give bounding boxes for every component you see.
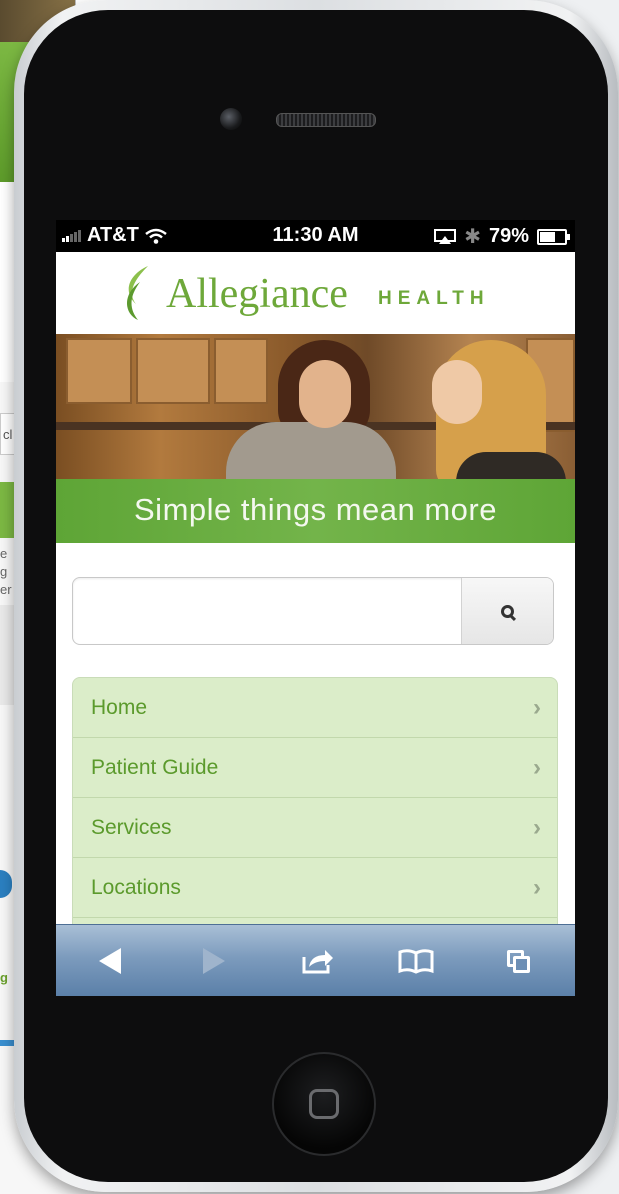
background-logo [0, 870, 12, 898]
nav-item-label: Patient Guide [91, 756, 219, 779]
share-icon [302, 950, 333, 974]
bookmarks-button[interactable] [394, 939, 438, 983]
back-arrow-icon [99, 948, 121, 974]
nav-item-locations[interactable]: Locations › [73, 858, 557, 918]
chevron-right-icon: › [533, 754, 541, 781]
airplay-icon [434, 228, 457, 244]
nav-item-label: Services [91, 816, 172, 839]
bluetooth-icon: ✱ [464, 226, 481, 248]
chevron-right-icon: › [533, 874, 541, 901]
nav-item-patient-guide[interactable]: Patient Guide › [73, 738, 557, 798]
home-button[interactable] [272, 1052, 376, 1156]
battery-percent: 79% [488, 225, 529, 247]
cabinet-shape [136, 338, 210, 404]
woman-left-face [299, 360, 351, 428]
forward-arrow-icon [203, 948, 225, 974]
woman-right-body [456, 452, 566, 479]
search-button[interactable] [461, 578, 553, 644]
chevron-right-icon: › [533, 814, 541, 841]
status-bar: AT&T 11:30 AM ✱ 79% [56, 220, 575, 252]
front-camera [220, 108, 242, 130]
search-icon [501, 604, 514, 618]
bookmarks-icon [398, 949, 434, 974]
woman-right-face [432, 360, 482, 424]
home-button-icon [309, 1089, 339, 1119]
tagline-banner: Simple things mean more [56, 479, 575, 543]
battery-icon [537, 228, 570, 245]
background-link-text: g [0, 970, 8, 985]
nav-item-home[interactable]: Home › [73, 678, 557, 738]
woman-left-body [226, 422, 396, 479]
cabinet-shape [66, 338, 132, 404]
search-input[interactable] [73, 578, 459, 644]
nav-item-label: Home [91, 696, 148, 719]
nav-item-services[interactable]: Services › [73, 798, 557, 858]
hero-photo [56, 334, 575, 479]
nav-item-label: Locations [91, 876, 181, 899]
safari-toolbar [56, 924, 575, 996]
allegiance-leaf-logo-icon [127, 266, 148, 320]
status-right: ✱ 79% [434, 224, 570, 249]
tabs-button[interactable] [496, 939, 540, 983]
share-button[interactable] [296, 939, 340, 983]
tabs-icon [507, 950, 530, 973]
chevron-right-icon: › [533, 694, 541, 721]
back-button[interactable] [88, 939, 132, 983]
site-header[interactable]: Allegiance HEALTH [56, 252, 575, 334]
brand-suffix: HEALTH [378, 288, 490, 309]
forward-button[interactable] [192, 939, 236, 983]
phone-screen: AT&T 11:30 AM ✱ 79% Allegiance HEALTH Si… [56, 220, 575, 996]
brand-name: Allegiance [166, 271, 348, 317]
cabinet-shape [214, 338, 268, 404]
earpiece-speaker [276, 113, 376, 127]
search-form [72, 577, 554, 645]
